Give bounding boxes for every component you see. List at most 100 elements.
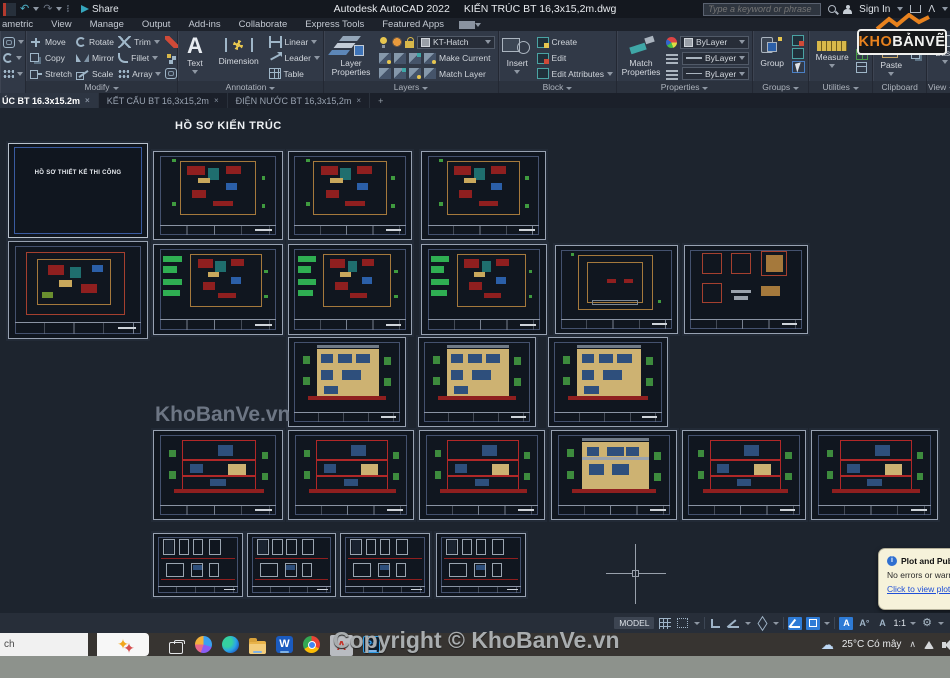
group-edit-icon[interactable] bbox=[792, 48, 804, 59]
cover-sheet[interactable]: HỒ SƠ THIẾT KẾ THI CÔNG bbox=[8, 143, 148, 238]
close-tab-icon[interactable]: × bbox=[356, 96, 361, 105]
groups-panel-label[interactable]: Groups bbox=[753, 81, 808, 93]
block-panel-label[interactable]: Block bbox=[499, 81, 616, 93]
undo-dropdown-icon[interactable] bbox=[33, 7, 39, 11]
linetype-list-icon[interactable] bbox=[666, 68, 679, 80]
copilot-search-button[interactable]: ✦ bbox=[97, 633, 149, 656]
edit-block-button[interactable]: Edit bbox=[537, 51, 613, 66]
wifi-icon[interactable] bbox=[924, 641, 934, 649]
table-button[interactable]: Table bbox=[269, 66, 320, 81]
dim-plan-1[interactable] bbox=[153, 244, 283, 335]
layer-on-icon[interactable] bbox=[379, 37, 389, 48]
trim-button[interactable]: Trim bbox=[118, 35, 161, 50]
floor-plan-2[interactable] bbox=[288, 151, 412, 240]
snap-dropdown-icon[interactable] bbox=[694, 622, 700, 625]
section-5[interactable] bbox=[811, 430, 938, 520]
measure-button[interactable]: Measure bbox=[812, 33, 852, 81]
section-2[interactable] bbox=[288, 430, 414, 520]
erase-icon[interactable] bbox=[165, 36, 178, 48]
chrome-icon[interactable] bbox=[303, 636, 320, 653]
scale-button[interactable]: Scale bbox=[76, 66, 114, 81]
ribbon-extra-dropdown-icon[interactable] bbox=[475, 23, 481, 27]
isodraft-dropdown-icon[interactable] bbox=[773, 622, 779, 625]
scale-dropdown-icon[interactable] bbox=[910, 622, 916, 625]
linear-button[interactable]: Linear bbox=[269, 35, 320, 50]
ungroup-icon[interactable] bbox=[792, 35, 804, 46]
layers-panel-label[interactable]: Layers bbox=[324, 81, 498, 93]
draw-tool-icon[interactable] bbox=[3, 37, 15, 48]
help-search-input[interactable] bbox=[703, 3, 821, 16]
layer-properties-button[interactable]: Layer Properties bbox=[327, 33, 375, 81]
word-icon[interactable]: W bbox=[276, 636, 293, 653]
elevation-2[interactable] bbox=[418, 337, 536, 427]
close-tab-icon[interactable]: × bbox=[85, 96, 90, 105]
tray-chevron-icon[interactable]: ∧ bbox=[909, 639, 916, 650]
isodraft-icon[interactable] bbox=[755, 617, 769, 630]
dim-plan-3[interactable] bbox=[421, 244, 547, 335]
snap-mode-icon[interactable] bbox=[676, 617, 690, 630]
redo-dropdown-icon[interactable] bbox=[56, 7, 62, 11]
doc-tab-dien-nuoc[interactable]: ĐIỆN NƯỚC BT 16,3x15,2m× bbox=[228, 93, 370, 108]
annotation-visibility-icon[interactable]: A bbox=[839, 617, 853, 630]
make-current-button[interactable]: Make Current bbox=[379, 51, 495, 66]
volume-icon[interactable] bbox=[942, 642, 946, 648]
layer-select-dropdown[interactable]: KT-Hatch bbox=[417, 36, 495, 49]
osnap-dropdown-icon[interactable] bbox=[824, 622, 830, 625]
taskbar-search-box[interactable]: ch bbox=[0, 633, 88, 656]
rear-elevation[interactable] bbox=[551, 430, 677, 520]
share-button[interactable]: Share bbox=[81, 4, 119, 15]
color-dropdown[interactable]: ByLayer bbox=[680, 36, 749, 49]
sign-in-dropdown-icon[interactable] bbox=[897, 7, 903, 11]
stretch-button[interactable]: Stretch bbox=[29, 66, 72, 81]
leader-button[interactable]: Leader bbox=[269, 51, 320, 66]
group-button[interactable]: Group bbox=[756, 33, 788, 81]
modify-panel-label[interactable]: Modify bbox=[26, 81, 177, 93]
section-4[interactable] bbox=[682, 430, 806, 520]
ortho-mode-icon[interactable] bbox=[709, 617, 723, 630]
draw-dropdown-icon[interactable] bbox=[17, 72, 23, 76]
fillet-button[interactable]: Fillet bbox=[118, 51, 161, 66]
file-explorer-icon[interactable] bbox=[249, 636, 266, 653]
tab-view[interactable]: View bbox=[42, 19, 80, 30]
layer-thaw-icon[interactable] bbox=[392, 37, 402, 47]
create-block-button[interactable]: Create bbox=[537, 35, 613, 50]
object-snap-tracking-icon[interactable] bbox=[788, 617, 802, 630]
undo-icon[interactable]: ↶ bbox=[20, 4, 29, 14]
elevation-3[interactable] bbox=[548, 337, 668, 427]
tab-featured-apps[interactable]: Featured Apps bbox=[373, 19, 453, 30]
utilities-panel-label[interactable]: Utilities bbox=[809, 81, 872, 93]
user-icon[interactable] bbox=[843, 5, 852, 14]
gear-dropdown-icon[interactable] bbox=[938, 622, 944, 625]
match-properties-button[interactable]: Match Properties bbox=[620, 33, 662, 81]
draw-dropdown-icon[interactable] bbox=[18, 40, 24, 44]
door-window-detail-3[interactable] bbox=[340, 533, 430, 597]
close-tab-icon[interactable]: × bbox=[214, 96, 219, 105]
draw-dropdown-icon[interactable] bbox=[16, 56, 22, 60]
dimension-button[interactable]: Dimension bbox=[213, 33, 265, 81]
weather-text[interactable]: 25°C Có mây bbox=[842, 639, 902, 650]
polar-dropdown-icon[interactable] bbox=[745, 622, 751, 625]
tab-collaborate[interactable]: Collaborate bbox=[230, 19, 297, 30]
draw-tool-icon[interactable] bbox=[3, 69, 14, 79]
grid-display-icon[interactable] bbox=[658, 617, 672, 630]
text-button[interactable]: A Text bbox=[181, 33, 209, 81]
model-space-canvas[interactable]: HỒ SƠ KIẾN TRÚC HỒ SƠ THIẾT KẾ THI CÔNG … bbox=[0, 108, 950, 613]
draw-tool-icon[interactable] bbox=[3, 53, 13, 63]
tab-express-tools[interactable]: Express Tools bbox=[296, 19, 373, 30]
door-window-detail-1[interactable] bbox=[153, 533, 243, 597]
customize-icon[interactable]: ᎒ bbox=[66, 4, 69, 14]
tab-manage[interactable]: Manage bbox=[81, 19, 133, 30]
properties-panel-label[interactable]: Properties bbox=[617, 81, 752, 93]
explode-icon[interactable] bbox=[165, 52, 178, 64]
polar-tracking-icon[interactable] bbox=[727, 617, 741, 630]
stair-details[interactable] bbox=[684, 245, 808, 334]
section-3[interactable] bbox=[419, 430, 545, 520]
doc-tab-kien-truc[interactable]: ÚC BT 16.3x15.2m× bbox=[0, 93, 99, 108]
color-wheel-icon[interactable] bbox=[666, 37, 677, 48]
floor-plan-1[interactable] bbox=[153, 151, 283, 240]
doc-tab-ket-cau[interactable]: KẾT CẤU BT 16,3x15,2m× bbox=[99, 93, 228, 108]
mirror-button[interactable]: Mirror bbox=[76, 51, 114, 66]
redo-icon[interactable]: ↷ bbox=[43, 4, 52, 14]
plot-details-link[interactable]: Click to view plot an bbox=[887, 584, 950, 594]
door-window-detail-2[interactable] bbox=[247, 533, 336, 597]
